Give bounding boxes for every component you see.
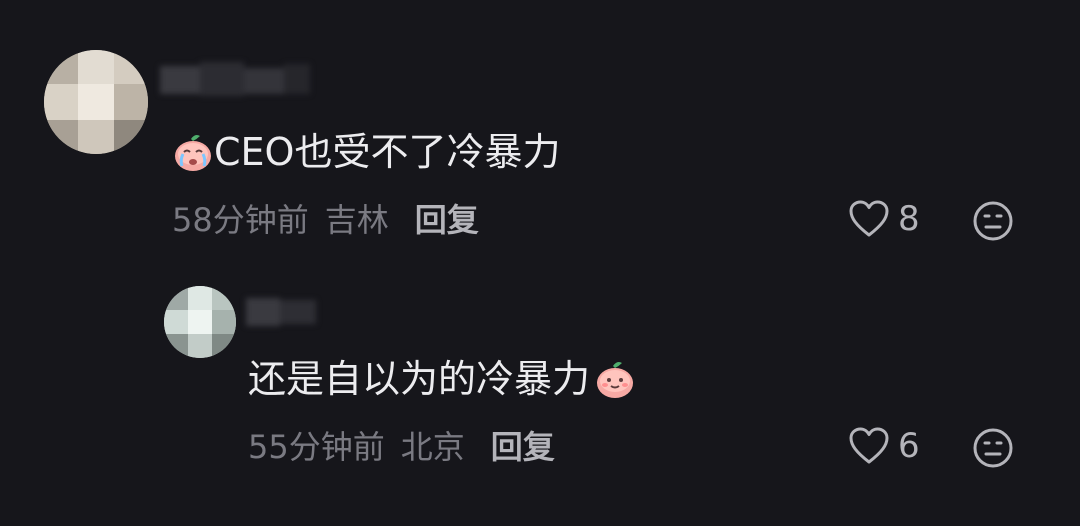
comment-text: CEO也受不了冷暴力 — [172, 130, 560, 174]
comment-body: 还是自以为的冷暴力 — [248, 357, 591, 401]
reaction-button[interactable] — [972, 200, 1014, 246]
comment-time: 58分钟前 — [172, 201, 309, 239]
like-count: 6 — [898, 426, 920, 466]
username-blurred[interactable] — [160, 62, 310, 98]
comment-body: CEO也受不了冷暴力 — [214, 130, 561, 174]
avatar[interactable] — [164, 286, 236, 358]
crying-peach-emoji — [175, 135, 211, 171]
smiling-peach-emoji — [597, 362, 634, 398]
reply-button[interactable]: 回复 — [491, 428, 555, 466]
like-button[interactable]: 8 — [848, 199, 920, 239]
comment-text: 还是自以为的冷暴力 — [248, 357, 636, 401]
reaction-button[interactable] — [972, 427, 1014, 473]
reply-button[interactable]: 回复 — [415, 201, 479, 239]
like-count: 8 — [898, 199, 920, 239]
comment-time: 55分钟前 — [248, 428, 385, 466]
avatar[interactable] — [44, 50, 148, 154]
comment-location: 北京 — [400, 428, 465, 466]
heart-icon — [849, 427, 889, 464]
heart-icon — [849, 200, 889, 237]
comment-meta: 55分钟前 北京 回复 — [248, 427, 555, 467]
neutral-face-icon — [973, 201, 1013, 241]
like-button[interactable]: 6 — [848, 426, 920, 466]
neutral-face-icon — [973, 428, 1013, 468]
comment-meta: 58分钟前 吉林 回复 — [172, 200, 479, 240]
username-blurred[interactable] — [246, 296, 316, 328]
comment-location: 吉林 — [324, 201, 389, 239]
